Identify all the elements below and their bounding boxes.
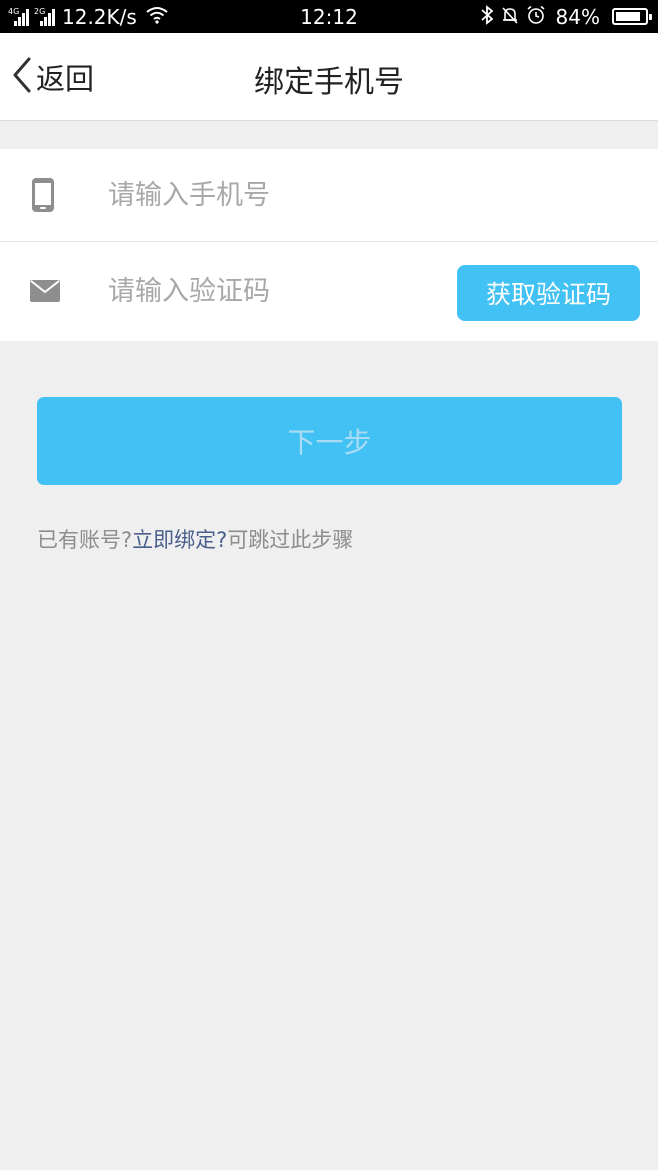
- phone-input[interactable]: [108, 149, 628, 241]
- verification-code-input[interactable]: [108, 242, 438, 341]
- phone-row: [0, 149, 658, 241]
- hint-prefix: 已有账号?: [37, 528, 133, 552]
- bind-hint: 已有账号?立即绑定?可跳过此步骤: [37, 524, 353, 554]
- battery-icon: [612, 8, 652, 25]
- chevron-left-icon: [12, 57, 32, 97]
- next-step-button[interactable]: 下一步: [37, 397, 622, 485]
- bluetooth-icon: [480, 4, 494, 29]
- back-button[interactable]: 返回: [12, 55, 94, 99]
- code-row: 获取验证码: [0, 241, 658, 341]
- battery-percent: 84%: [555, 4, 600, 29]
- get-code-button[interactable]: 获取验证码: [457, 265, 640, 321]
- alarm-icon: [526, 5, 546, 29]
- nav-bar: 返回 绑定手机号: [0, 33, 658, 121]
- hint-suffix: 可跳过此步骤: [227, 528, 354, 552]
- phone-icon: [30, 177, 56, 217]
- bind-phone-form: 获取验证码: [0, 149, 658, 341]
- bind-now-link[interactable]: 立即绑定?: [132, 528, 227, 552]
- status-bar: 4G 2G 12.2K/s 12:12 84%: [0, 0, 658, 33]
- mail-icon: [30, 280, 60, 306]
- page-title: 绑定手机号: [254, 65, 404, 100]
- mute-bell-icon: [500, 5, 520, 29]
- status-right: 84%: [480, 0, 652, 33]
- back-label: 返回: [36, 62, 95, 96]
